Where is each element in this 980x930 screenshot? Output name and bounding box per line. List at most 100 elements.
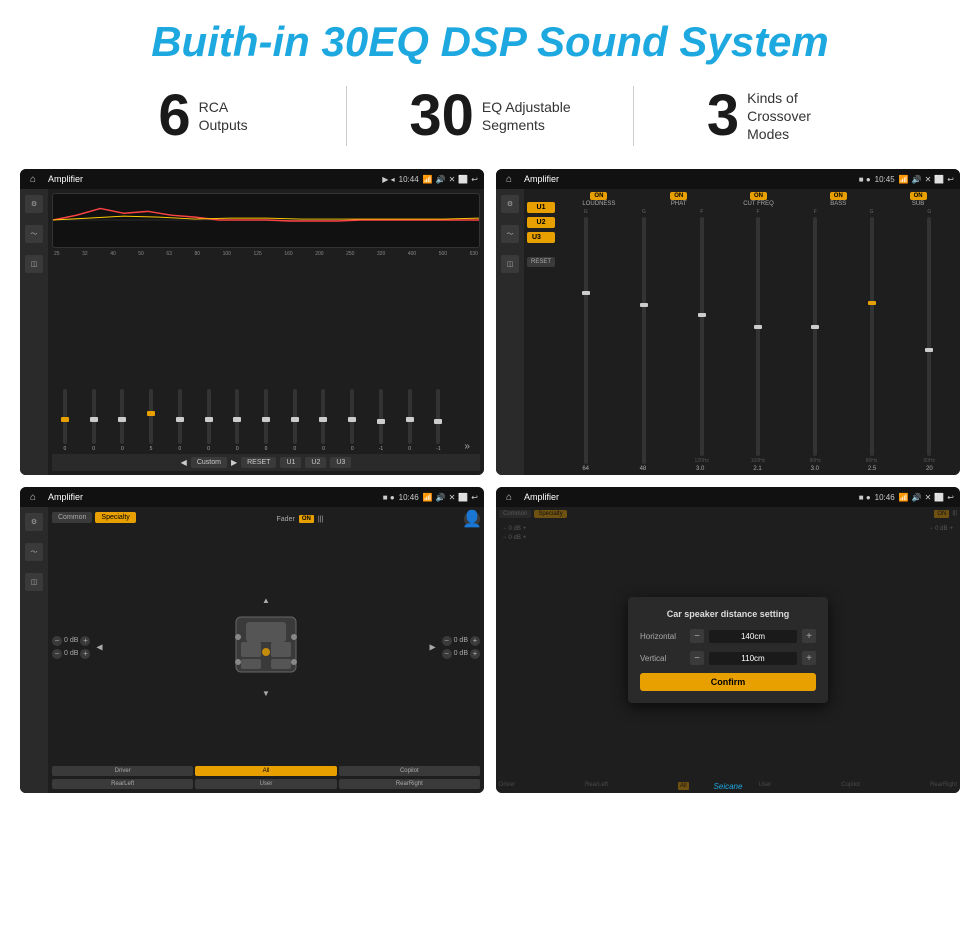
copilot-btn[interactable]: Copilot: [339, 766, 480, 776]
signal-icon-4: 📶: [899, 493, 909, 502]
close-icon-4[interactable]: ✕: [925, 493, 932, 502]
sp-balance-icon[interactable]: ◫: [25, 573, 43, 591]
horizontal-plus-btn[interactable]: +: [802, 629, 816, 643]
eq-u3-btn[interactable]: U3: [330, 457, 351, 468]
u-buttons-col: U1 U2 U3 RESET: [527, 192, 555, 472]
confirm-button[interactable]: Confirm: [640, 673, 816, 691]
back-icon-1[interactable]: ↩: [471, 175, 478, 184]
bass-sliders: F G: [788, 209, 899, 464]
profile-icon[interactable]: 👤: [464, 511, 480, 527]
vertical-minus-btn[interactable]: −: [690, 651, 704, 665]
rearleft-btn[interactable]: RearLeft: [52, 779, 193, 789]
driver-btn[interactable]: Driver: [52, 766, 193, 776]
sp-left-top-db: − 0 dB +: [52, 636, 90, 646]
window-icon-3[interactable]: ⬜: [458, 493, 468, 502]
rec-icon-4: ■ ●: [859, 493, 871, 502]
vol-icon-4: 🔊: [912, 493, 922, 502]
eq-slider-expand[interactable]: »: [454, 441, 480, 452]
eq-settings-icon[interactable]: ⚙: [25, 195, 43, 213]
eq-slider-1[interactable]: 0: [52, 389, 78, 452]
sp-minus-rt[interactable]: −: [442, 636, 452, 646]
loudness-slider[interactable]: G: [558, 209, 613, 464]
eq-slider-3[interactable]: 0: [109, 389, 135, 452]
home-icon-1[interactable]: ⌂: [26, 172, 40, 186]
sp-plus-rt[interactable]: +: [470, 636, 480, 646]
cutfreq-sliders: F F: [675, 209, 786, 464]
sub-on-btn[interactable]: ON: [910, 192, 927, 200]
eq-slider-12[interactable]: -1: [368, 389, 394, 452]
amp-channels: ON LOUDNESS ON PHAT ON CUT FREQ ON: [558, 192, 957, 472]
eq-slider-9[interactable]: 0: [282, 389, 308, 452]
amp-balance-icon[interactable]: ◫: [501, 255, 519, 273]
status-bar-1: ⌂ Amplifier ▶ ◂ 10:44 📶 🔊 ✕ ⬜ ↩: [20, 169, 484, 189]
app-title-4: Amplifier: [524, 492, 855, 502]
sp-minus-rb[interactable]: −: [442, 649, 452, 659]
back-icon-3[interactable]: ↩: [471, 493, 478, 502]
sp-plus-rb[interactable]: +: [470, 649, 480, 659]
u1-button[interactable]: U1: [527, 202, 555, 213]
eq-slider-8[interactable]: 0: [253, 389, 279, 452]
loudness-label: LOUDNESS: [582, 201, 615, 207]
sub-slider[interactable]: G 60Hz: [902, 209, 957, 464]
u3-button[interactable]: U3: [527, 232, 555, 243]
eq-slider-2[interactable]: 0: [81, 389, 107, 452]
bass-on-btn[interactable]: ON: [830, 192, 847, 200]
eq-slider-7[interactable]: 0: [224, 389, 250, 452]
eq-slider-10[interactable]: 0: [311, 389, 337, 452]
sp-minus-lt[interactable]: −: [52, 636, 62, 646]
rec-icon-3: ■ ●: [383, 493, 395, 502]
sp-wave-icon[interactable]: 〜: [25, 543, 43, 561]
reset-button-amp[interactable]: RESET: [527, 257, 555, 267]
close-icon-2[interactable]: ✕: [925, 175, 932, 184]
eq-balance-icon[interactable]: ◫: [25, 255, 43, 273]
window-icon-1[interactable]: ⬜: [458, 175, 468, 184]
phat-on-btn[interactable]: ON: [670, 192, 687, 200]
u2-button[interactable]: U2: [527, 217, 555, 228]
tab-common[interactable]: Common: [52, 512, 92, 523]
eq-custom-btn[interactable]: Custom: [191, 457, 227, 468]
eq-slider-14[interactable]: -1: [426, 389, 452, 452]
rearright-btn[interactable]: RearRight: [339, 779, 480, 789]
sp-settings-icon[interactable]: ⚙: [25, 513, 43, 531]
eq-prev-btn[interactable]: ◀: [181, 458, 187, 467]
back-icon-2[interactable]: ↩: [947, 175, 954, 184]
all-btn[interactable]: All: [195, 766, 336, 776]
eq-wave-icon[interactable]: 〜: [25, 225, 43, 243]
home-icon-4[interactable]: ⌂: [502, 490, 516, 504]
sp-plus-lb[interactable]: +: [80, 649, 90, 659]
loudness-on-btn[interactable]: ON: [590, 192, 607, 200]
window-icon-4[interactable]: ⬜: [934, 493, 944, 502]
vertical-plus-btn[interactable]: +: [802, 651, 816, 665]
amp-wave-icon[interactable]: 〜: [501, 225, 519, 243]
down-arrow: ▼: [262, 689, 270, 698]
stat-eq-text: EQ AdjustableSegments: [482, 98, 571, 134]
eq-slider-5[interactable]: 0: [167, 389, 193, 452]
right-arrow: ▶: [429, 643, 435, 652]
eq-reset-btn[interactable]: RESET: [241, 457, 276, 468]
back-icon-4[interactable]: ↩: [947, 493, 954, 502]
vertical-label: Vertical: [640, 654, 685, 663]
window-icon-2[interactable]: ⬜: [934, 175, 944, 184]
home-icon-3[interactable]: ⌂: [26, 490, 40, 504]
user-btn[interactable]: User: [195, 779, 336, 789]
eq-next-btn[interactable]: ▶: [231, 458, 237, 467]
phat-slider[interactable]: G: [616, 209, 671, 464]
status-icons-3: 📶 🔊 ✕ ⬜ ↩: [423, 493, 478, 502]
cutfreq-on-btn[interactable]: ON: [750, 192, 767, 200]
tab-specialty[interactable]: Specialty: [95, 512, 135, 523]
eq-slider-4[interactable]: 5: [138, 389, 164, 452]
eq-u1-btn[interactable]: U1: [280, 457, 301, 468]
eq-u2-btn[interactable]: U2: [305, 457, 326, 468]
close-icon-3[interactable]: ✕: [449, 493, 456, 502]
app-title-1: Amplifier: [48, 174, 378, 184]
amp-settings-icon[interactable]: ⚙: [501, 195, 519, 213]
sp-minus-lb[interactable]: −: [52, 649, 62, 659]
horizontal-minus-btn[interactable]: −: [690, 629, 704, 643]
home-icon-2[interactable]: ⌂: [502, 172, 516, 186]
sp-plus-lt[interactable]: +: [80, 636, 90, 646]
eq-slider-6[interactable]: 0: [196, 389, 222, 452]
eq-slider-13[interactable]: 0: [397, 389, 423, 452]
eq-slider-11[interactable]: 0: [339, 389, 365, 452]
up-arrow: ▲: [262, 596, 270, 605]
close-icon-1[interactable]: ✕: [449, 175, 456, 184]
